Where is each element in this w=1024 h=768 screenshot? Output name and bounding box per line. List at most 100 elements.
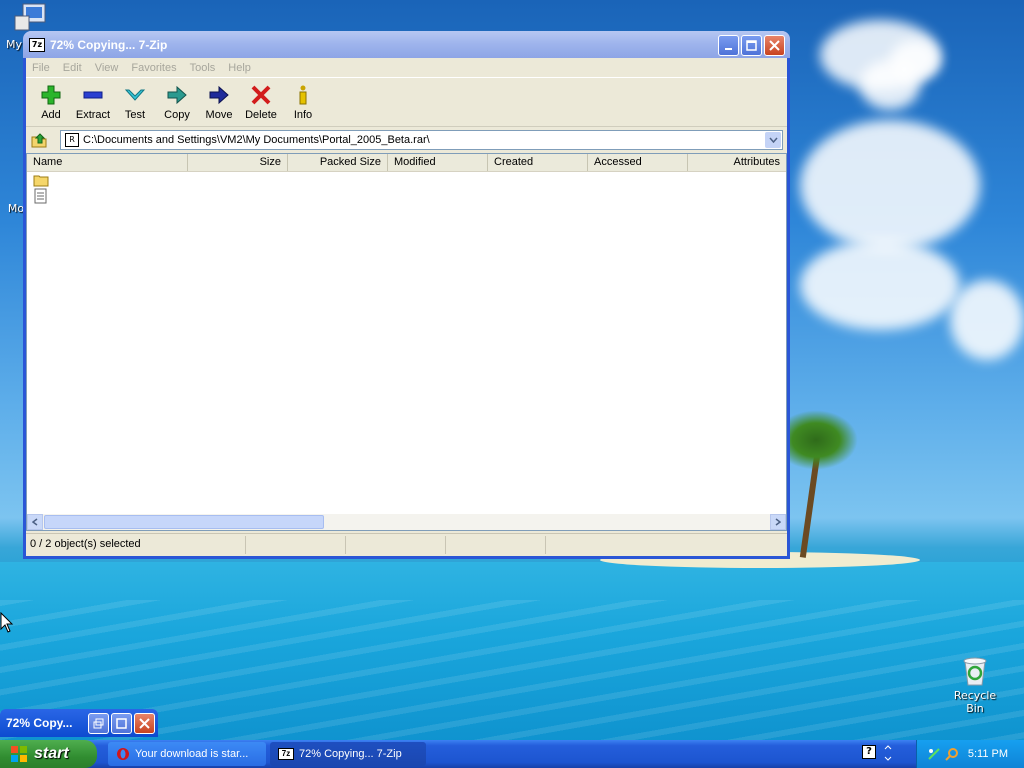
- menu-favorites[interactable]: Favorites: [131, 62, 176, 74]
- address-path: C:\Documents and Settings\VM2\My Documen…: [83, 134, 430, 146]
- column-size[interactable]: Size: [188, 154, 288, 171]
- plus-icon: [41, 85, 61, 105]
- status-selection: 0 / 2 object(s) selected: [26, 535, 246, 554]
- clock[interactable]: 5:11 PM: [968, 748, 1008, 760]
- move-button[interactable]: Move: [198, 79, 240, 126]
- menu-tools[interactable]: Tools: [190, 62, 216, 74]
- archive-icon: R: [65, 133, 79, 147]
- help-icon[interactable]: ?: [862, 745, 876, 759]
- 7zip-taskbar-icon: 7z: [278, 748, 294, 760]
- column-headers: Name Size Packed Size Modified Created A…: [27, 154, 786, 172]
- horizontal-scrollbar[interactable]: [27, 514, 786, 530]
- list-item[interactable]: [27, 188, 786, 204]
- close-button[interactable]: [764, 35, 785, 56]
- up-folder-button[interactable]: [26, 129, 52, 151]
- delete-button[interactable]: Delete: [240, 79, 282, 126]
- status-cell-size: [246, 535, 346, 554]
- copy-arrow-icon: [167, 85, 187, 105]
- toolbar: Add Extract Test Copy Move Delete Info: [26, 79, 787, 127]
- opera-icon: [117, 748, 129, 760]
- folder-icon: [33, 175, 49, 187]
- test-label: Test: [124, 109, 146, 121]
- test-button[interactable]: Test: [114, 79, 156, 126]
- cloud: [800, 240, 960, 330]
- info-label: Info: [293, 109, 313, 121]
- scroll-thumb[interactable]: [44, 515, 324, 529]
- system-tray: 5:11 PM: [916, 740, 1024, 768]
- start-label: start: [34, 745, 69, 762]
- title-bar[interactable]: 7z 72% Copying... 7-Zip: [23, 31, 790, 58]
- file-list[interactable]: Name Size Packed Size Modified Created A…: [26, 153, 787, 531]
- cloud: [890, 40, 940, 80]
- start-button[interactable]: start: [0, 740, 97, 768]
- taskbar-item-download[interactable]: Your download is star...: [108, 742, 266, 766]
- chevron-left-icon: [32, 518, 38, 526]
- chevron-down-icon: [768, 137, 778, 143]
- minimize-icon: [724, 47, 732, 50]
- column-attributes[interactable]: Attributes: [688, 154, 786, 171]
- maximize-button[interactable]: [741, 35, 762, 56]
- recycle-bin-icon: [963, 657, 987, 686]
- column-modified[interactable]: Modified: [388, 154, 488, 171]
- info-icon: [299, 85, 307, 105]
- address-dropdown-button[interactable]: [765, 132, 781, 148]
- menu-bar: File Edit View Favorites Tools Help: [26, 58, 787, 78]
- progress-window-title: 72% Copy...: [6, 716, 73, 730]
- computer-icon: [14, 3, 46, 31]
- windows-logo-icon: [11, 746, 27, 762]
- recycle-bin-desktop-icon[interactable]: Recycle Bin: [944, 655, 1006, 715]
- progress-restore-button[interactable]: [88, 713, 109, 734]
- scroll-right-button[interactable]: [770, 514, 786, 530]
- move-arrow-icon: [209, 85, 229, 105]
- partial-desktop-label: Mo: [7, 202, 25, 215]
- status-cell-packed: [346, 535, 446, 554]
- menu-view[interactable]: View: [95, 62, 119, 74]
- up-folder-icon: [31, 133, 47, 148]
- palm-leaves: [788, 410, 858, 470]
- extract-button[interactable]: Extract: [72, 79, 114, 126]
- copy-button[interactable]: Copy: [156, 79, 198, 126]
- cloud: [800, 120, 980, 250]
- status-cell-extra: [446, 535, 546, 554]
- add-button[interactable]: Add: [30, 79, 72, 126]
- quick-tray: ?: [862, 745, 894, 761]
- taskbar: start Your download is star... 7z 72% Co…: [0, 740, 1024, 768]
- menu-edit[interactable]: Edit: [63, 62, 82, 74]
- address-field[interactable]: R C:\Documents and Settings\VM2\My Docum…: [60, 130, 783, 150]
- add-label: Add: [41, 109, 61, 121]
- progress-maximize-button[interactable]: [111, 713, 132, 734]
- move-label: Move: [205, 109, 233, 121]
- menu-file[interactable]: File: [32, 62, 50, 74]
- scroll-left-button[interactable]: [27, 514, 43, 530]
- close-icon: [139, 718, 150, 729]
- taskbar-item-download-label: Your download is star...: [135, 748, 249, 760]
- my-computer-desktop-icon[interactable]: My: [6, 2, 52, 51]
- chevron-right-icon: [775, 518, 781, 526]
- delete-label: Delete: [245, 109, 277, 121]
- file-icon: [34, 188, 47, 204]
- search-tray-icon[interactable]: [945, 747, 959, 761]
- my-computer-label: My: [6, 38, 23, 51]
- address-bar: R C:\Documents and Settings\VM2\My Docum…: [26, 128, 787, 152]
- taskbar-item-7zip[interactable]: 7z 72% Copying... 7-Zip: [270, 742, 426, 766]
- info-button[interactable]: Info: [282, 79, 324, 126]
- maximize-icon: [116, 718, 127, 729]
- 7zip-window: 7z 72% Copying... 7-Zip File Edit View F…: [23, 31, 790, 559]
- column-created[interactable]: Created: [488, 154, 588, 171]
- copy-label: Copy: [164, 109, 190, 121]
- list-item[interactable]: [27, 172, 786, 188]
- tray-expand-icon[interactable]: [882, 745, 894, 761]
- close-icon: [769, 40, 780, 51]
- extract-label: Extract: [75, 109, 111, 121]
- minimize-button[interactable]: [718, 35, 739, 56]
- copy-progress-window-title[interactable]: 72% Copy...: [0, 709, 158, 737]
- menu-help[interactable]: Help: [228, 62, 251, 74]
- column-packed-size[interactable]: Packed Size: [288, 154, 388, 171]
- column-name[interactable]: Name: [27, 154, 188, 171]
- progress-close-button[interactable]: [134, 713, 155, 734]
- column-accessed[interactable]: Accessed: [588, 154, 688, 171]
- minus-icon: [83, 91, 103, 99]
- restore-icon: [93, 718, 104, 729]
- network-icon[interactable]: [927, 747, 941, 761]
- status-bar: 0 / 2 object(s) selected: [26, 533, 787, 555]
